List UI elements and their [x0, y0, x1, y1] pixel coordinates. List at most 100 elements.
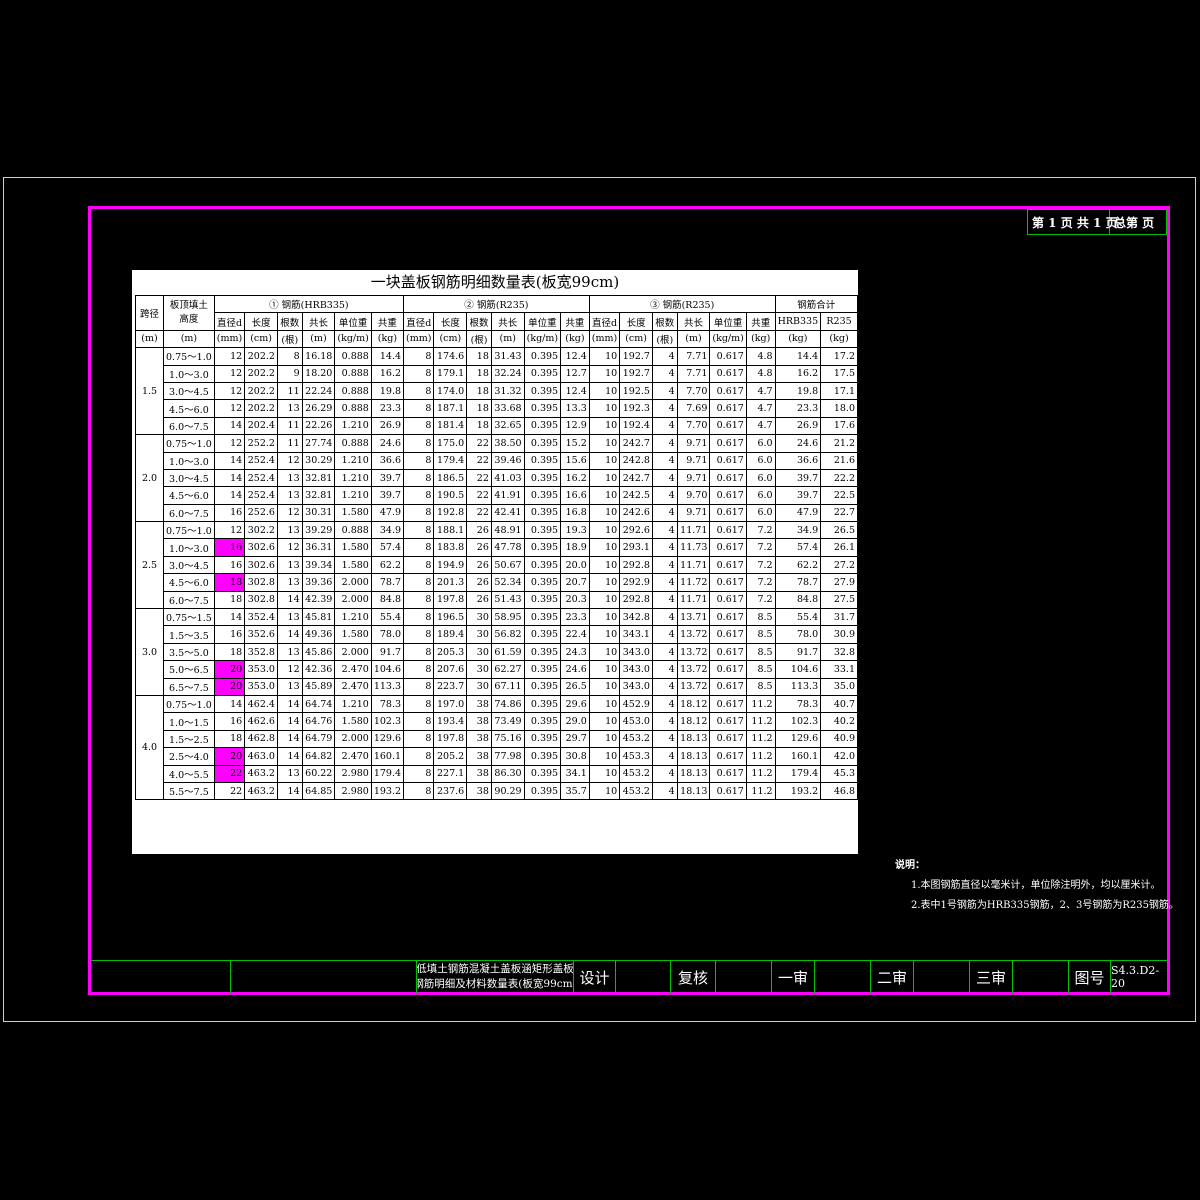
cell-d2: 8	[403, 503, 435, 523]
cell-u2: 0.395	[523, 729, 562, 749]
cell-w3: 11.2	[745, 781, 776, 801]
cell-w2: 12.9	[560, 416, 590, 436]
cell-d3: 10	[588, 364, 621, 383]
cell-n2: 38	[466, 781, 492, 801]
cell-l3: 343.0	[619, 677, 653, 696]
cell-t2: 62.27	[490, 660, 525, 679]
cell-d2: 8	[403, 712, 435, 731]
cell-d2: 8	[403, 486, 435, 505]
cell-w1: 26.9	[370, 416, 405, 436]
cell-t1: 39.34	[301, 555, 336, 575]
cell-u3: 0.617	[709, 434, 747, 453]
cell-t2: 32.24	[490, 364, 525, 383]
cell-n2: 18	[466, 364, 492, 383]
cell-w1: 55.4	[370, 608, 405, 627]
cell-n3: 4	[651, 608, 678, 627]
cell-l2: 227.1	[433, 764, 468, 783]
drawing-title: 低填土钢筋混凝土盖板涵矩形盖板 钢筋明细及材料数量表(板宽99cm)	[416, 961, 573, 993]
cell-t1: 30.31	[301, 503, 336, 523]
cell-d1: 16	[213, 538, 246, 557]
cell-w1: 179.4	[370, 764, 405, 783]
unit-u_dia: (mm)	[213, 329, 246, 349]
cell-t3: 13.72	[676, 642, 711, 662]
cell-d1: 14	[213, 486, 246, 505]
cell-s2: 21.6	[820, 451, 858, 470]
cell-w3: 7.2	[745, 538, 776, 557]
fill-height-cell: 6.5～7.5	[163, 677, 215, 696]
fill-height-cell: 3.0～4.5	[163, 381, 215, 401]
cell-d2: 8	[403, 590, 435, 610]
cell-t3: 18.12	[676, 712, 711, 731]
cell-n3: 4	[651, 642, 678, 662]
cell-w2: 15.6	[560, 451, 590, 470]
design-signature	[615, 961, 670, 993]
fill-height-cell: 1.5～3.5	[163, 625, 215, 644]
cell-s2: 17.5	[820, 364, 858, 383]
cell-l2: 197.0	[433, 694, 468, 714]
cell-w3: 11.2	[745, 747, 776, 766]
unit-u_cnt: (根)	[276, 329, 303, 349]
cell-n1: 14	[276, 747, 303, 766]
cell-n3: 4	[651, 399, 678, 418]
cell-u3: 0.617	[709, 677, 747, 696]
cell-u2: 0.395	[523, 660, 562, 679]
cell-n3: 4	[651, 486, 678, 505]
cell-n3: 4	[651, 781, 678, 801]
cell-w1: 24.6	[370, 434, 405, 453]
cell-w2: 12.4	[560, 347, 590, 366]
drawing-title-line1: 低填土钢筋混凝土盖板涵矩形盖板	[416, 963, 573, 975]
fill-height-cell: 3.0～4.5	[163, 555, 215, 575]
cell-t1: 32.81	[301, 486, 336, 505]
cell-n1: 14	[276, 694, 303, 714]
unit-u_len: (cm)	[619, 329, 653, 349]
cell-n1: 13	[276, 468, 303, 488]
cell-d3: 10	[588, 468, 621, 488]
cell-l1: 352.6	[244, 625, 278, 644]
table-row: 6.0～7.5 14 202.4 11 22.26 1.210 26.9 8 181.4 18 32…	[136, 416, 858, 436]
cell-s1: 129.6	[774, 729, 822, 749]
cell-u3: 0.617	[709, 503, 747, 523]
unit-u_len: (cm)	[244, 329, 278, 349]
cell-w2: 13.3	[560, 399, 590, 418]
cell-d1: 14	[213, 694, 246, 714]
cell-d1: 12	[213, 347, 246, 366]
cell-w3: 7.2	[745, 555, 776, 575]
subheader-wt: 共重	[370, 312, 405, 331]
cell-n1: 14	[276, 781, 303, 801]
cell-n1: 11	[276, 416, 303, 436]
cell-l3: 242.8	[619, 451, 653, 470]
notes-title: 说明：	[895, 860, 925, 871]
cell-w1: 129.6	[370, 729, 405, 749]
cell-l3: 453.2	[619, 764, 653, 783]
cell-d1: 16	[213, 555, 246, 575]
cell-u1: 1.210	[334, 416, 372, 436]
review2-signature	[913, 961, 969, 993]
cell-u1: 1.210	[334, 694, 372, 714]
cell-l1: 202.2	[244, 347, 278, 366]
cell-n2: 30	[466, 677, 492, 696]
cell-d3: 10	[588, 712, 621, 731]
cell-l1: 302.6	[244, 555, 278, 575]
cell-s2: 33.1	[820, 660, 858, 679]
cell-d3: 10	[588, 347, 621, 366]
cell-n2: 30	[466, 642, 492, 662]
cell-s1: 78.0	[774, 625, 822, 644]
cell-d1: 14	[213, 451, 246, 470]
fill-height-cell: 6.0～7.5	[163, 503, 215, 523]
cell-w1: 34.9	[370, 521, 405, 540]
cell-s1: 84.8	[774, 590, 822, 610]
fill-height-cell: 0.75～1.0	[163, 347, 215, 366]
cell-l2: 183.8	[433, 538, 468, 557]
cell-d1: 18	[213, 573, 246, 592]
cell-s2: 35.0	[820, 677, 858, 696]
cell-s1: 23.3	[774, 399, 822, 418]
subheader-uw: 单位重	[709, 312, 747, 331]
cell-w3: 8.5	[745, 642, 776, 662]
cell-n3: 4	[651, 712, 678, 731]
subheader-len: 长度	[433, 312, 468, 331]
cell-s2: 40.2	[820, 712, 858, 731]
cell-w1: 78.7	[370, 573, 405, 592]
unit-r235: (kg)	[820, 329, 858, 349]
subheader-row: 直径d 长度 根数 共长 单位重 共重 直径d 长度 根数 共长 单位重 共重 直径d 长度 根数 共长 单位重…	[136, 312, 858, 331]
cell-w3: 6.0	[745, 468, 776, 488]
